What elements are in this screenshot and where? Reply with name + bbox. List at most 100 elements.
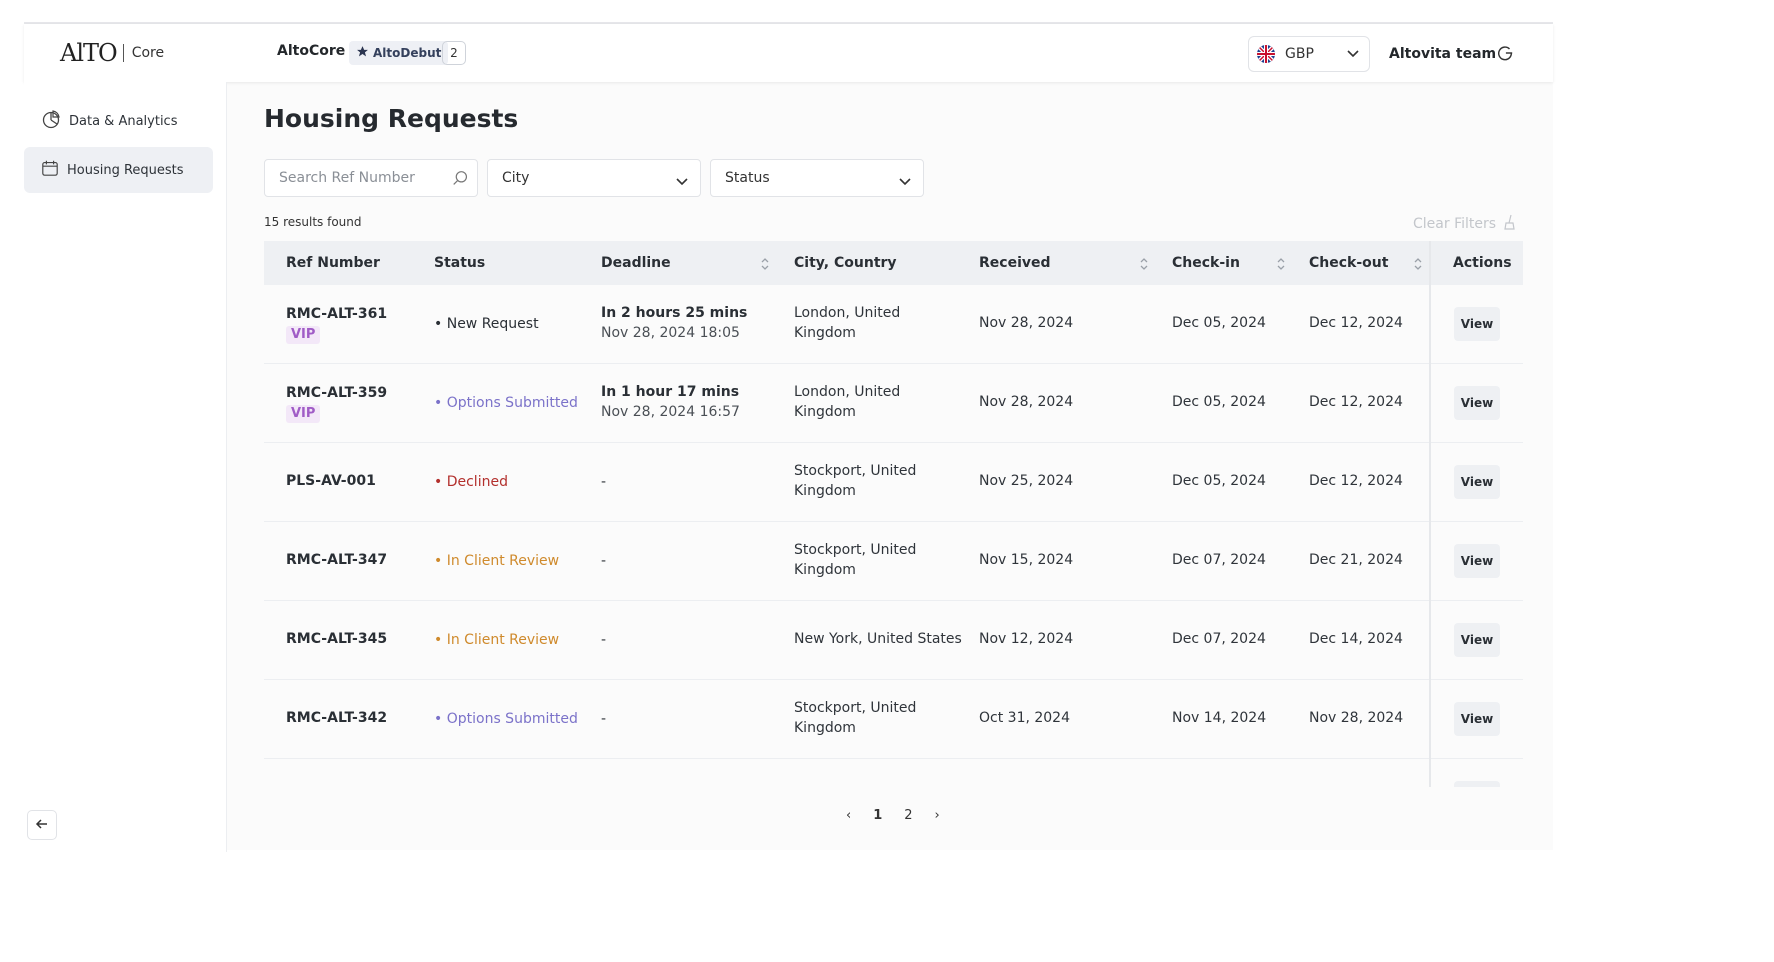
table-row: RMC-ALT-347 • In Client Review - Stockport,… (264, 522, 1523, 601)
altodebut-badge[interactable]: AltoDebut (349, 41, 449, 65)
city-cell: London, United Kingdom (794, 382, 900, 422)
prev-page-button[interactable]: ‹ (846, 808, 851, 823)
checkout-cell: Dec 14, 2024 (1309, 631, 1403, 647)
column-header-status: Status (434, 255, 486, 271)
received-cell: Nov 25, 2024 (979, 473, 1074, 489)
vip-badge: VIP (286, 405, 321, 423)
arrow-left-icon (35, 816, 49, 835)
received-cell: Nov 15, 2024 (979, 552, 1074, 568)
results-count: 15 results found (264, 215, 362, 229)
city-line-2: Kingdom (794, 483, 856, 499)
sort-icon[interactable] (761, 256, 769, 275)
status-label: Declined (446, 474, 508, 490)
deadline-cell: - (601, 472, 606, 492)
status-dot-icon: • (434, 316, 447, 332)
received-cell: Oct 31, 2024 (979, 710, 1070, 726)
clear-filters-button[interactable]: Clear Filters (1413, 214, 1516, 234)
top-header: AlTO Core AltoCore AltoDebut 2 GBP Altov… (24, 24, 1553, 82)
deadline-cell: In 2 hours 25 mins Nov 28, 2024 18:05 (601, 303, 747, 343)
city-filter[interactable]: City (487, 159, 701, 197)
star-icon (356, 45, 369, 61)
city-line-2: Kingdom (794, 720, 856, 736)
badge-label: AltoDebut (373, 46, 442, 60)
city-filter-label: City (502, 170, 530, 186)
chevron-down-icon (676, 174, 688, 190)
city-cell: Stockport, United Kingdom (794, 698, 916, 738)
column-header-ref: Ref Number (286, 255, 380, 271)
deadline-datetime: Nov 28, 2024 18:05 (601, 325, 740, 341)
city-line-1: Stockport, United (794, 542, 917, 558)
city-line-2: Kingdom (794, 325, 856, 341)
status-dot-icon: • (434, 711, 447, 727)
ref-number: RMC-ALT-342 (286, 710, 388, 726)
brand-name: AltoCore (277, 43, 346, 59)
logo-mark: AlTO (60, 39, 118, 67)
table-row: PLS-AV-001 • Declined - Stockport, United Ki… (264, 443, 1523, 522)
table-header: Ref Number Status Deadline City, Country… (264, 241, 1523, 285)
status-label: New Request (446, 316, 539, 332)
pie-chart-icon (41, 109, 61, 133)
currency-selector[interactable]: GBP (1248, 36, 1370, 72)
status-cell: • In Client Review (434, 630, 559, 650)
checkout-cell: Nov 28, 2024 (1309, 710, 1404, 726)
sort-icon[interactable] (1140, 256, 1148, 275)
logo-subtitle: Core (131, 45, 165, 61)
checkin-cell: Dec 07, 2024 (1172, 631, 1266, 647)
city-line-1: Stockport, United (794, 700, 917, 716)
deadline-cell: - (601, 630, 606, 650)
deadline-main: - (601, 474, 607, 490)
sidebar: Data & Analytics Housing Requests (24, 82, 227, 852)
checkin-cell: Dec 05, 2024 (1172, 394, 1266, 410)
status-cell: • Options Submitted (434, 709, 578, 729)
sidebar-item-data-analytics[interactable]: Data & Analytics (24, 98, 213, 144)
sort-icon[interactable] (1277, 256, 1285, 275)
column-header-city: City, Country (794, 255, 897, 271)
deadline-datetime: Nov 28, 2024 16:57 (601, 404, 740, 420)
city-line-1: London, United (794, 305, 901, 321)
team-name[interactable]: Altovita team (1389, 46, 1496, 62)
page-title: Housing Requests (264, 104, 519, 133)
received-cell: Nov 12, 2024 (979, 631, 1074, 647)
sort-icon[interactable] (1414, 256, 1422, 275)
column-header-received[interactable]: Received (979, 241, 1051, 285)
status-dot-icon: • (434, 553, 447, 569)
table-row: RMC-ALT-361 VIP • New Request In 2 hours 25… (264, 285, 1523, 364)
column-header-checkout[interactable]: Check-out (1309, 241, 1388, 285)
sidebar-item-housing-requests[interactable]: Housing Requests (24, 147, 213, 193)
search-input[interactable] (264, 159, 478, 197)
logo[interactable]: AlTO Core (60, 39, 164, 67)
checkout-cell: Dec 21, 2024 (1309, 552, 1403, 568)
app-frame: AlTO Core AltoCore AltoDebut 2 GBP Altov… (24, 22, 1553, 852)
city-line-1: Stockport, United (794, 463, 917, 479)
city-cell: Stockport, United Kingdom (794, 540, 916, 580)
ref-number: RMC-ALT-345 (286, 631, 388, 647)
logout-icon[interactable] (1496, 44, 1514, 66)
collapse-sidebar-button[interactable] (27, 810, 57, 840)
status-cell: • Declined (434, 472, 508, 492)
chevron-down-icon (899, 174, 911, 190)
search-icon[interactable] (452, 170, 469, 191)
actions-column-divider (1429, 241, 1523, 787)
status-cell: • Options Submitted (434, 393, 578, 413)
vip-badge: VIP (286, 326, 321, 344)
column-header-checkin[interactable]: Check-in (1172, 241, 1240, 285)
page-1-button[interactable]: 1 (873, 808, 882, 823)
ref-number: RMC-ALT-361 (286, 306, 388, 322)
ref-number-cell: RMC-ALT-361 VIP (286, 304, 387, 344)
column-header-deadline[interactable]: Deadline (601, 241, 671, 285)
checkin-cell: Dec 05, 2024 (1172, 473, 1266, 489)
deadline-cell: In 1 hour 17 mins Nov 28, 2024 16:57 (601, 382, 740, 422)
deadline-main: In 2 hours 25 mins (601, 305, 748, 321)
table-row: RMC-ALT-342 • Options Submitted - Stockport… (264, 680, 1523, 759)
status-filter[interactable]: Status (710, 159, 924, 197)
city-cell: Stockport, United Kingdom (794, 461, 916, 501)
uk-flag-icon (1257, 45, 1275, 63)
deadline-main: - (601, 553, 607, 569)
page-2-button[interactable]: 2 (904, 808, 912, 823)
table-row: Stockport, United (264, 759, 1523, 787)
next-page-button[interactable]: › (935, 808, 940, 823)
ref-number-cell: PLS-AV-001 (286, 471, 376, 491)
city-cell: New York, United States (794, 629, 962, 649)
status-dot-icon: • (434, 395, 447, 411)
deadline-cell: - (601, 551, 606, 571)
